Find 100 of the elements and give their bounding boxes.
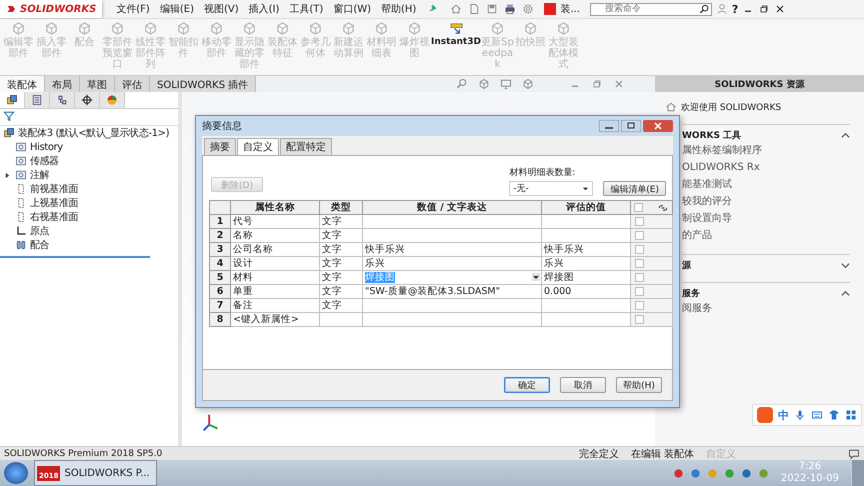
table-cell: 乐兴	[542, 256, 630, 270]
tree-item[interactable]: 注解	[30, 168, 50, 182]
table-cell: 0.000	[542, 284, 630, 298]
checkbox[interactable]	[635, 314, 644, 324]
checkbox[interactable]	[635, 272, 644, 282]
collapse-chevron-icon[interactable]	[841, 288, 850, 298]
command-tab[interactable]: 评估	[115, 76, 150, 92]
checkbox[interactable]	[635, 230, 644, 240]
command-tab[interactable]: SOLIDWORKS 插件	[150, 76, 256, 92]
menu-item[interactable]: 窗口(W)	[333, 2, 372, 16]
tree-item[interactable]: 前视基准面	[30, 182, 78, 196]
color-ball-tab[interactable]	[100, 92, 125, 108]
resource-link[interactable]: 阅服务	[682, 300, 850, 317]
gear-icon[interactable]	[522, 3, 534, 15]
tray-icon[interactable]	[690, 468, 701, 478]
input-method-icon[interactable]	[757, 407, 773, 423]
tree-item[interactable]: 上视基准面	[30, 196, 78, 210]
dialog-button[interactable]: 确定	[504, 377, 550, 393]
cube-icon[interactable]	[522, 78, 534, 90]
collapse-chevron-icon[interactable]	[841, 130, 850, 140]
keyboard-icon[interactable]	[811, 409, 823, 421]
tray-icon[interactable]	[758, 468, 769, 478]
cube-icon[interactable]	[478, 78, 490, 90]
expand-chevron-icon[interactable]	[841, 260, 850, 270]
microphone-icon[interactable]	[794, 409, 806, 421]
search-field[interactable]: 搜索命令	[590, 2, 712, 16]
resource-link[interactable]: 较我的评分	[682, 193, 850, 210]
section-title[interactable]: 源	[682, 258, 691, 272]
section-title[interactable]: 服务	[682, 286, 700, 300]
tree-item[interactable]: 装配体3 (默认<默认_显示状态-1>)	[18, 126, 170, 140]
tray-icon[interactable]	[724, 468, 735, 478]
command-tab[interactable]: 装配体	[0, 76, 45, 92]
welcome-link[interactable]: 欢迎使用 SOLIDWORKS	[681, 100, 782, 114]
checkbox[interactable]	[635, 216, 644, 226]
command-tab[interactable]: 草图	[80, 76, 115, 92]
checkbox[interactable]	[635, 300, 644, 310]
command-tab[interactable]: 布局	[45, 76, 80, 92]
checkbox[interactable]	[634, 203, 643, 212]
menu-item[interactable]: 视图(V)	[204, 2, 239, 16]
list-tab[interactable]	[25, 92, 50, 108]
search-icon[interactable]	[698, 4, 710, 14]
expand-arrow-icon[interactable]	[4, 172, 10, 178]
checkbox[interactable]	[635, 286, 644, 296]
tree-item[interactable]: 原点	[30, 224, 50, 238]
start-button[interactable]	[4, 462, 28, 484]
cube-icon	[556, 21, 571, 36]
save-icon[interactable]	[486, 3, 498, 15]
crosshair-tab[interactable]	[75, 92, 100, 108]
file-icon[interactable]	[468, 3, 480, 15]
dialog-tab[interactable]: 自定义	[237, 138, 279, 155]
bom-quantity-dropdown[interactable]: -无-	[509, 181, 594, 196]
menu-item[interactable]: 编辑(E)	[160, 2, 194, 16]
checkbox[interactable]	[635, 258, 644, 268]
dialog-tab[interactable]: 配置特定	[280, 138, 332, 155]
dropdown-arrow-icon[interactable]	[582, 185, 590, 192]
menu-item[interactable]: 帮助(H)	[381, 2, 416, 16]
menu-item[interactable]: 文件(F)	[116, 2, 150, 16]
app-badge-icon[interactable]	[544, 3, 556, 15]
resource-link[interactable]: 制设置向导	[682, 210, 850, 227]
chat-icon[interactable]	[848, 448, 860, 460]
tree-item[interactable]: 传感器	[30, 154, 59, 168]
list-icon	[31, 94, 43, 106]
restore-icon[interactable]	[758, 3, 770, 15]
resource-link[interactable]: 能基准测试	[682, 176, 850, 193]
home-icon[interactable]	[450, 3, 462, 15]
maximize-icon[interactable]	[621, 120, 641, 132]
resource-link[interactable]: 属性标签编制程序	[682, 142, 850, 159]
menu-item[interactable]: 工具(T)	[289, 2, 324, 16]
grid-icon[interactable]	[845, 409, 857, 421]
dialog-tab[interactable]: 摘要	[204, 138, 236, 155]
shirt-icon[interactable]	[828, 409, 840, 421]
tree-item[interactable]: 配合	[30, 238, 50, 252]
cube-icon	[143, 21, 158, 36]
close-icon[interactable]	[774, 3, 786, 15]
tray-icon[interactable]	[672, 468, 684, 478]
tray-icon[interactable]	[740, 468, 752, 478]
ime-mode-toggle[interactable]: 中	[778, 408, 789, 422]
cube-icon	[176, 21, 191, 36]
print-icon[interactable]	[504, 3, 516, 15]
checkbox[interactable]	[635, 244, 644, 254]
dropdown-arrow-icon[interactable]	[532, 273, 540, 281]
resource-link[interactable]: OLIDWORKS Rx	[682, 159, 850, 176]
tree-item[interactable]: 右视基准面	[30, 210, 78, 224]
menu-item[interactable]: 插入(I)	[248, 2, 280, 16]
monitor-icon[interactable]	[500, 78, 512, 90]
edit-list-button[interactable]: 编辑清单(E)	[603, 181, 666, 196]
help-button[interactable]: ?	[732, 2, 738, 16]
ribbon-button[interactable]: Instant3D	[431, 21, 481, 48]
dialog-button[interactable]: 帮助(H)	[616, 377, 662, 393]
table-cell: 设计	[230, 256, 320, 270]
filter-icon[interactable]	[3, 110, 15, 122]
color-ball-icon	[106, 94, 118, 106]
dialog-button[interactable]: 取消	[560, 377, 606, 393]
user-icon[interactable]	[716, 3, 728, 15]
tree-tab[interactable]	[50, 92, 75, 108]
cube-icon	[490, 21, 505, 36]
tree-item[interactable]: History	[30, 142, 63, 152]
resource-link[interactable]: 的产品	[682, 227, 850, 244]
minimize-icon[interactable]	[599, 120, 619, 132]
section-title[interactable]: WORKS 工具	[682, 128, 742, 142]
